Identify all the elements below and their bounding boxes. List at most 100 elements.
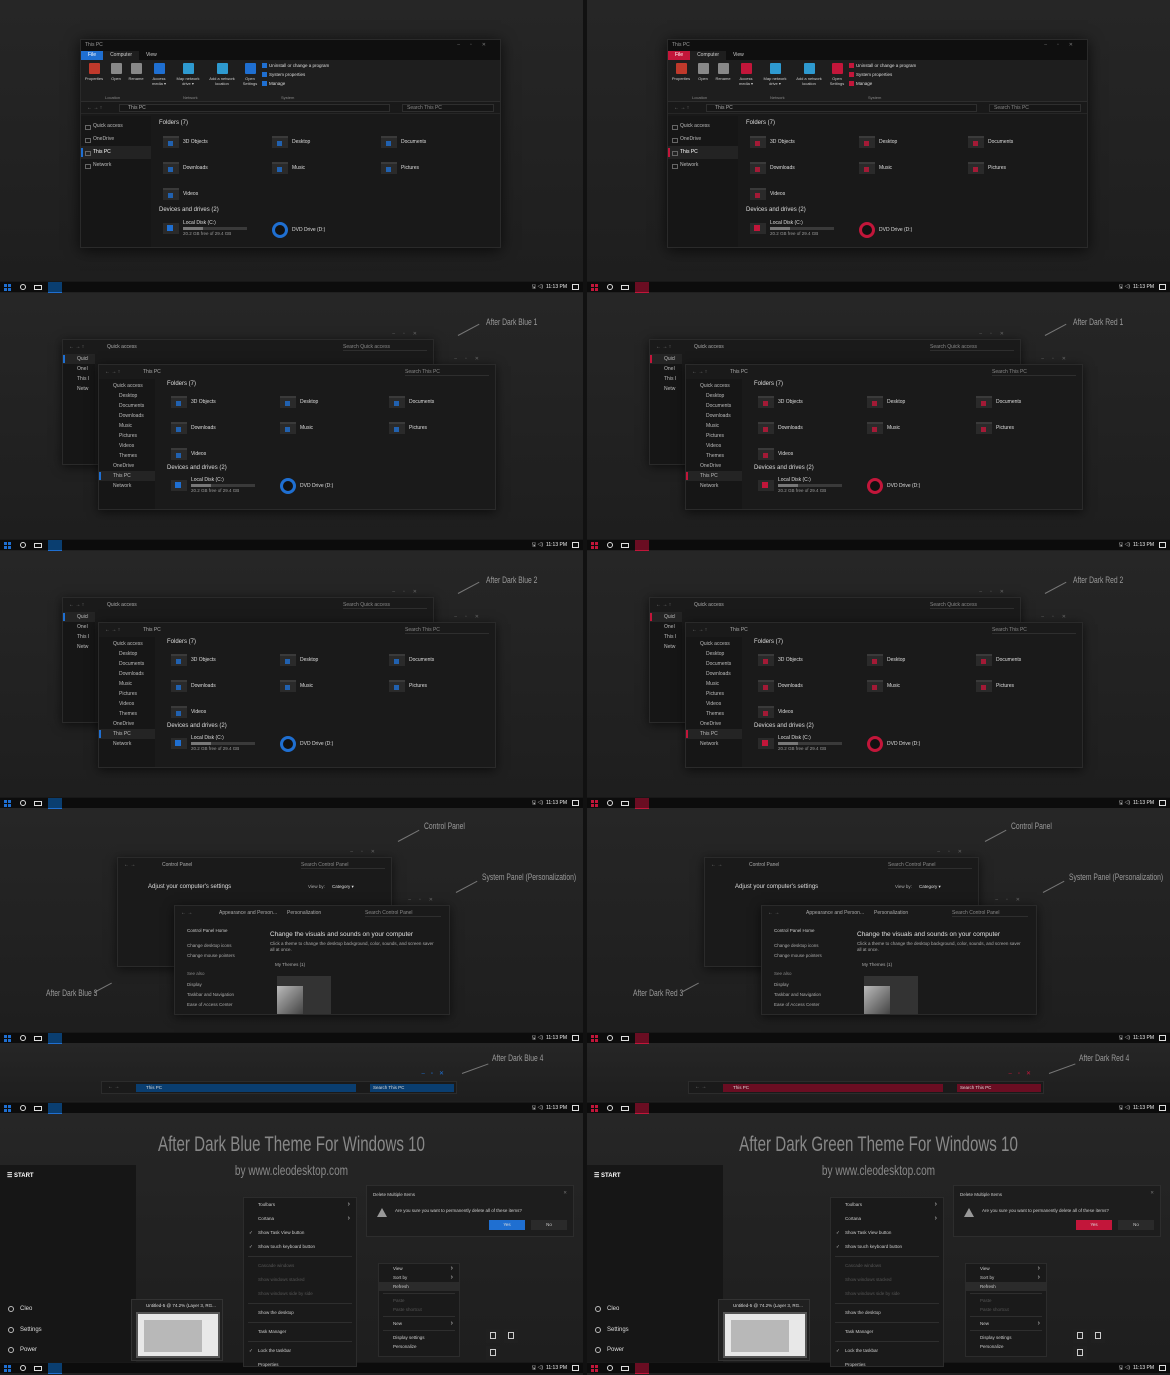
task-view-icon[interactable]	[621, 801, 629, 806]
taskbar-app-button[interactable]	[48, 1033, 62, 1044]
folder-item[interactable]: Desktop	[280, 394, 380, 410]
nav-item[interactable]: Quicl	[650, 612, 682, 622]
local-disk[interactable]: Local Disk (C:) 20.2 GB free of 29.4 GB	[758, 735, 842, 751]
nav-item[interactable]: Network	[99, 739, 155, 749]
address-path[interactable]: This PC	[706, 104, 977, 112]
context-menu-item[interactable]: Show the desktop	[244, 1306, 356, 1320]
nav-buttons[interactable]: ← →	[768, 906, 779, 920]
nav-item[interactable]: Downloads	[99, 411, 155, 421]
taskbar-app-button[interactable]	[48, 282, 62, 293]
taskbar-app-button[interactable]	[48, 798, 62, 809]
clock[interactable]: 11:13 PM	[1133, 1364, 1154, 1373]
clock[interactable]: 11:13 PM	[546, 1034, 567, 1043]
nav-buttons[interactable]: ← →	[711, 858, 722, 872]
no-button[interactable]: No	[531, 1220, 567, 1230]
nav-item[interactable]: Netw	[650, 384, 682, 394]
nav-item[interactable]: OneI	[650, 364, 682, 374]
view-by-select[interactable]: Category ▾	[919, 882, 941, 892]
cp-home-link[interactable]: Control Panel Home	[187, 926, 228, 936]
folder-item[interactable]: Documents	[389, 652, 489, 668]
window-controls[interactable]: ‒▫✕	[392, 589, 425, 595]
cortana-icon[interactable]	[20, 1365, 26, 1371]
folder-item[interactable]: Documents	[968, 134, 1068, 150]
dvd-drive[interactable]: DVD Drive (D:)	[867, 478, 920, 494]
open-settings-button[interactable]: Open Settings	[826, 63, 848, 86]
cortana-icon[interactable]	[607, 542, 613, 548]
settings-item[interactable]: Settings	[595, 1327, 629, 1333]
nav-item[interactable]: Desktop	[686, 649, 742, 659]
taskbar-thumbnail[interactable]: Untitled-5 @ 74.2% (Layer 3, RG...	[718, 1299, 810, 1361]
folder-item[interactable]: Documents	[389, 394, 489, 410]
quick-action-tile[interactable]	[1073, 1346, 1087, 1360]
search-input[interactable]: Search Control Panel	[301, 861, 385, 869]
rename-button[interactable]: Rename	[712, 63, 734, 81]
side-link[interactable]: Change desktop icons	[187, 941, 232, 951]
nav-buttons[interactable]: ← → ↑	[656, 598, 671, 612]
windows-start-icon[interactable]	[4, 800, 11, 807]
search-input[interactable]: Search Control Panel	[952, 909, 1028, 917]
taskbar-app-button[interactable]	[635, 1033, 649, 1044]
address-path[interactable]: Quick access	[107, 601, 137, 609]
context-menu-item[interactable]: New	[379, 1319, 459, 1328]
windows-start-icon[interactable]	[4, 284, 11, 291]
windows-start-icon[interactable]	[4, 1035, 11, 1042]
address-path[interactable]: This PC	[730, 626, 748, 634]
nav-item[interactable]: Network	[668, 159, 738, 172]
action-center-icon[interactable]	[1159, 1105, 1166, 1111]
folder-item[interactable]: Downloads	[163, 160, 263, 176]
nav-item[interactable]: Netw	[63, 642, 95, 652]
folder-item[interactable]: Desktop	[867, 652, 967, 668]
address-path[interactable]: This PC	[119, 104, 390, 112]
folder-item[interactable]: Documents	[381, 134, 481, 150]
nav-item[interactable]: Network	[81, 159, 151, 172]
folder-item[interactable]: Documents	[976, 394, 1076, 410]
context-menu-item[interactable]: Sort by	[379, 1273, 459, 1282]
address-path[interactable]: This PC	[136, 1084, 356, 1092]
nav-item[interactable]: Music	[686, 679, 742, 689]
nav-buttons[interactable]: ← → ↑	[692, 623, 707, 637]
see-also-link[interactable]: Taskbar and Navigation	[187, 990, 234, 1000]
window-controls[interactable]: ‒▫✕	[1009, 1070, 1038, 1077]
context-menu-item[interactable]: Paste	[379, 1296, 459, 1305]
folder-item[interactable]: Desktop	[280, 652, 380, 668]
nav-item[interactable]: This PC	[99, 729, 155, 739]
nav-buttons[interactable]: ← → ↑	[105, 623, 120, 637]
address-path[interactable]: Quick access	[694, 601, 724, 609]
search-input[interactable]: Search This PC	[405, 626, 489, 634]
action-center-icon[interactable]	[572, 542, 579, 548]
search-input[interactable]: Search Quick access	[343, 601, 427, 609]
address-path-2[interactable]: Personalization	[287, 909, 321, 917]
window-controls[interactable]: ‒▫✕	[1041, 614, 1074, 620]
nav-item[interactable]: Pictures	[99, 689, 155, 699]
search-input[interactable]: Search This PC	[992, 626, 1076, 634]
nav-item[interactable]: Desktop	[99, 391, 155, 401]
local-disk[interactable]: Local Disk (C:) 20.2 GB free of 29.4 GB	[171, 477, 255, 493]
see-also-link[interactable]: Ease of Access Center	[774, 1000, 820, 1010]
clock[interactable]: 11:13 PM	[1133, 541, 1154, 550]
nav-item[interactable]: Documents	[686, 401, 742, 411]
address-path[interactable]: This PC	[143, 368, 161, 376]
window-controls[interactable]: ‒▫✕	[454, 614, 487, 620]
system-tray-icons[interactable]: 🖫 ◁)	[1119, 541, 1130, 550]
manage-link[interactable]: Manage	[262, 81, 285, 87]
task-view-icon[interactable]	[34, 1366, 42, 1371]
context-menu-item[interactable]: Cascade windows	[831, 1259, 943, 1273]
nav-item[interactable]: Desktop	[686, 391, 742, 401]
tab-computer[interactable]: Computer	[690, 51, 727, 60]
nav-item[interactable]: OneI	[63, 364, 95, 374]
system-tray-icons[interactable]: 🖫 ◁)	[1119, 283, 1130, 292]
theme-thumbnail[interactable]	[277, 976, 331, 1014]
cortana-icon[interactable]	[607, 284, 613, 290]
context-menu-item[interactable]: Lock the taskbar	[831, 1344, 943, 1358]
context-menu-item[interactable]: Show Task View button	[244, 1226, 356, 1240]
nav-buttons[interactable]: ← → ↑	[69, 598, 84, 612]
action-center-icon[interactable]	[1159, 1365, 1166, 1371]
windows-start-icon[interactable]	[4, 542, 11, 549]
nav-item[interactable]: Themes	[686, 709, 742, 719]
context-menu-item[interactable]: View	[966, 1264, 1046, 1273]
nav-item[interactable]: OneDrive	[99, 461, 155, 471]
clock[interactable]: 11:13 PM	[1133, 1034, 1154, 1043]
context-menu-item[interactable]: Paste shortcut	[379, 1305, 459, 1314]
windows-start-icon[interactable]	[591, 284, 598, 291]
window-controls[interactable]: ‒▫✕	[937, 849, 970, 855]
